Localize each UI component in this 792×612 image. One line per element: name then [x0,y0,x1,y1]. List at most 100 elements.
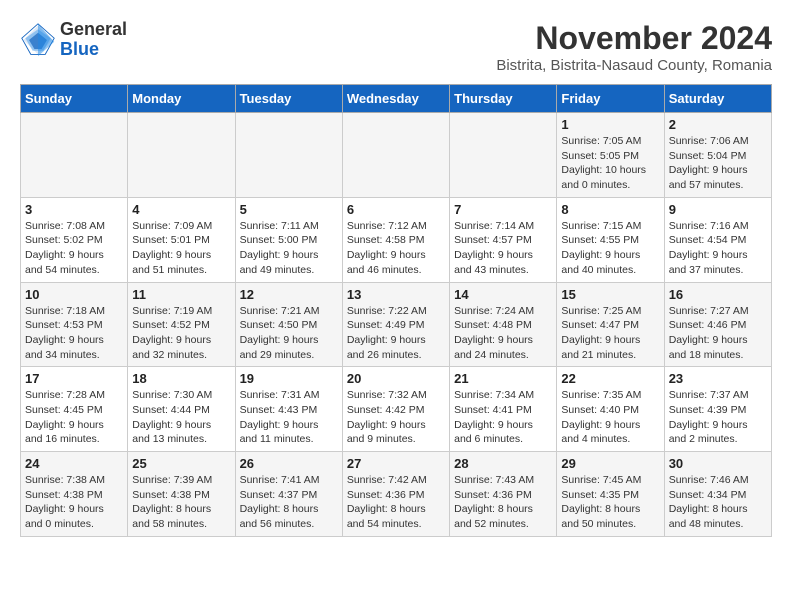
day-number: 29 [561,456,659,471]
day-info: Sunrise: 7:19 AM Sunset: 4:52 PM Dayligh… [132,304,230,363]
day-cell: 5 Sunrise: 7:11 AM Sunset: 5:00 PM Daylig… [235,197,342,282]
day-info: Sunrise: 7:43 AM Sunset: 4:36 PM Dayligh… [454,473,552,532]
day-info: Sunrise: 7:34 AM Sunset: 4:41 PM Dayligh… [454,388,552,447]
day-info: Sunrise: 7:16 AM Sunset: 4:54 PM Dayligh… [669,219,767,278]
day-number: 27 [347,456,445,471]
month-title: November 2024 [496,20,772,57]
day-number: 5 [240,202,338,217]
day-cell: 14 Sunrise: 7:24 AM Sunset: 4:48 PM Dayli… [450,282,557,367]
day-cell: 9 Sunrise: 7:16 AM Sunset: 4:54 PM Daylig… [664,197,771,282]
day-cell [235,113,342,198]
day-number: 11 [132,287,230,302]
day-number: 2 [669,117,767,132]
day-cell: 2 Sunrise: 7:06 AM Sunset: 5:04 PM Daylig… [664,113,771,198]
weekday-header-thursday: Thursday [450,85,557,113]
day-cell: 13 Sunrise: 7:22 AM Sunset: 4:49 PM Dayli… [342,282,449,367]
day-number: 26 [240,456,338,471]
day-info: Sunrise: 7:45 AM Sunset: 4:35 PM Dayligh… [561,473,659,532]
day-cell [128,113,235,198]
day-info: Sunrise: 7:41 AM Sunset: 4:37 PM Dayligh… [240,473,338,532]
day-cell: 23 Sunrise: 7:37 AM Sunset: 4:39 PM Dayli… [664,367,771,452]
day-cell: 7 Sunrise: 7:14 AM Sunset: 4:57 PM Daylig… [450,197,557,282]
day-cell: 21Sunrise: 7:34 AM Sunset: 4:41 PM Dayli… [450,367,557,452]
day-number: 19 [240,371,338,386]
day-number: 7 [454,202,552,217]
day-number: 14 [454,287,552,302]
day-number: 8 [561,202,659,217]
day-info: Sunrise: 7:14 AM Sunset: 4:57 PM Dayligh… [454,219,552,278]
weekday-header-monday: Monday [128,85,235,113]
day-info: Sunrise: 7:22 AM Sunset: 4:49 PM Dayligh… [347,304,445,363]
day-cell: 10 Sunrise: 7:18 AM Sunset: 4:53 PM Dayli… [21,282,128,367]
day-cell: 11 Sunrise: 7:19 AM Sunset: 4:52 PM Dayli… [128,282,235,367]
day-cell: 1 Sunrise: 7:05 AM Sunset: 5:05 PM Daylig… [557,113,664,198]
day-number: 30 [669,456,767,471]
day-info: Sunrise: 7:38 AM Sunset: 4:38 PM Dayligh… [25,473,123,532]
day-cell [21,113,128,198]
weekday-header-sunday: Sunday [21,85,128,113]
day-number: 22 [561,371,659,386]
day-info: Sunrise: 7:37 AM Sunset: 4:39 PM Dayligh… [669,388,767,447]
day-cell: 17Sunrise: 7:28 AM Sunset: 4:45 PM Dayli… [21,367,128,452]
day-cell: 30 Sunrise: 7:46 AM Sunset: 4:34 PM Dayli… [664,452,771,537]
day-cell [450,113,557,198]
day-cell: 8Sunrise: 7:15 AM Sunset: 4:55 PM Daylig… [557,197,664,282]
day-info: Sunrise: 7:27 AM Sunset: 4:46 PM Dayligh… [669,304,767,363]
day-info: Sunrise: 7:46 AM Sunset: 4:34 PM Dayligh… [669,473,767,532]
weekday-header-friday: Friday [557,85,664,113]
logo-general: General [60,20,127,40]
day-info: Sunrise: 7:06 AM Sunset: 5:04 PM Dayligh… [669,134,767,193]
day-number: 25 [132,456,230,471]
day-number: 9 [669,202,767,217]
week-row-2: 3Sunrise: 7:08 AM Sunset: 5:02 PM Daylig… [21,197,772,282]
logo: General Blue [20,20,127,60]
day-number: 28 [454,456,552,471]
day-cell: 20 Sunrise: 7:32 AM Sunset: 4:42 PM Dayli… [342,367,449,452]
weekday-header-tuesday: Tuesday [235,85,342,113]
week-row-4: 17Sunrise: 7:28 AM Sunset: 4:45 PM Dayli… [21,367,772,452]
subtitle: Bistrita, Bistrita-Nasaud County, Romani… [496,57,772,74]
week-row-5: 24 Sunrise: 7:38 AM Sunset: 4:38 PM Dayli… [21,452,772,537]
day-info: Sunrise: 7:31 AM Sunset: 4:43 PM Dayligh… [240,388,338,447]
day-number: 24 [25,456,123,471]
day-cell: 12Sunrise: 7:21 AM Sunset: 4:50 PM Dayli… [235,282,342,367]
day-cell: 28 Sunrise: 7:43 AM Sunset: 4:36 PM Dayli… [450,452,557,537]
day-number: 6 [347,202,445,217]
day-info: Sunrise: 7:11 AM Sunset: 5:00 PM Dayligh… [240,219,338,278]
logo-text: General Blue [60,20,127,60]
day-cell: 3Sunrise: 7:08 AM Sunset: 5:02 PM Daylig… [21,197,128,282]
day-number: 1 [561,117,659,132]
day-info: Sunrise: 7:28 AM Sunset: 4:45 PM Dayligh… [25,388,123,447]
weekday-header-row: SundayMondayTuesdayWednesdayThursdayFrid… [21,85,772,113]
day-info: Sunrise: 7:35 AM Sunset: 4:40 PM Dayligh… [561,388,659,447]
day-info: Sunrise: 7:25 AM Sunset: 4:47 PM Dayligh… [561,304,659,363]
day-number: 13 [347,287,445,302]
logo-icon [20,22,56,58]
day-info: Sunrise: 7:08 AM Sunset: 5:02 PM Dayligh… [25,219,123,278]
day-info: Sunrise: 7:30 AM Sunset: 4:44 PM Dayligh… [132,388,230,447]
day-number: 18 [132,371,230,386]
day-cell: 22 Sunrise: 7:35 AM Sunset: 4:40 PM Dayli… [557,367,664,452]
day-cell: 29 Sunrise: 7:45 AM Sunset: 4:35 PM Dayli… [557,452,664,537]
day-number: 10 [25,287,123,302]
day-info: Sunrise: 7:39 AM Sunset: 4:38 PM Dayligh… [132,473,230,532]
weekday-header-wednesday: Wednesday [342,85,449,113]
day-number: 23 [669,371,767,386]
day-info: Sunrise: 7:24 AM Sunset: 4:48 PM Dayligh… [454,304,552,363]
weekday-header-saturday: Saturday [664,85,771,113]
day-info: Sunrise: 7:32 AM Sunset: 4:42 PM Dayligh… [347,388,445,447]
day-cell: 6Sunrise: 7:12 AM Sunset: 4:58 PM Daylig… [342,197,449,282]
day-cell: 19 Sunrise: 7:31 AM Sunset: 4:43 PM Dayli… [235,367,342,452]
day-cell: 18 Sunrise: 7:30 AM Sunset: 4:44 PM Dayli… [128,367,235,452]
day-info: Sunrise: 7:21 AM Sunset: 4:50 PM Dayligh… [240,304,338,363]
day-cell: 25 Sunrise: 7:39 AM Sunset: 4:38 PM Dayli… [128,452,235,537]
day-cell: 26 Sunrise: 7:41 AM Sunset: 4:37 PM Dayli… [235,452,342,537]
logo-blue: Blue [60,40,127,60]
day-cell: 4Sunrise: 7:09 AM Sunset: 5:01 PM Daylig… [128,197,235,282]
title-area: November 2024 Bistrita, Bistrita-Nasaud … [496,20,772,74]
week-row-3: 10 Sunrise: 7:18 AM Sunset: 4:53 PM Dayli… [21,282,772,367]
day-info: Sunrise: 7:18 AM Sunset: 4:53 PM Dayligh… [25,304,123,363]
day-info: Sunrise: 7:05 AM Sunset: 5:05 PM Dayligh… [561,134,659,193]
day-number: 20 [347,371,445,386]
header: General Blue November 2024 Bistrita, Bis… [20,20,772,74]
